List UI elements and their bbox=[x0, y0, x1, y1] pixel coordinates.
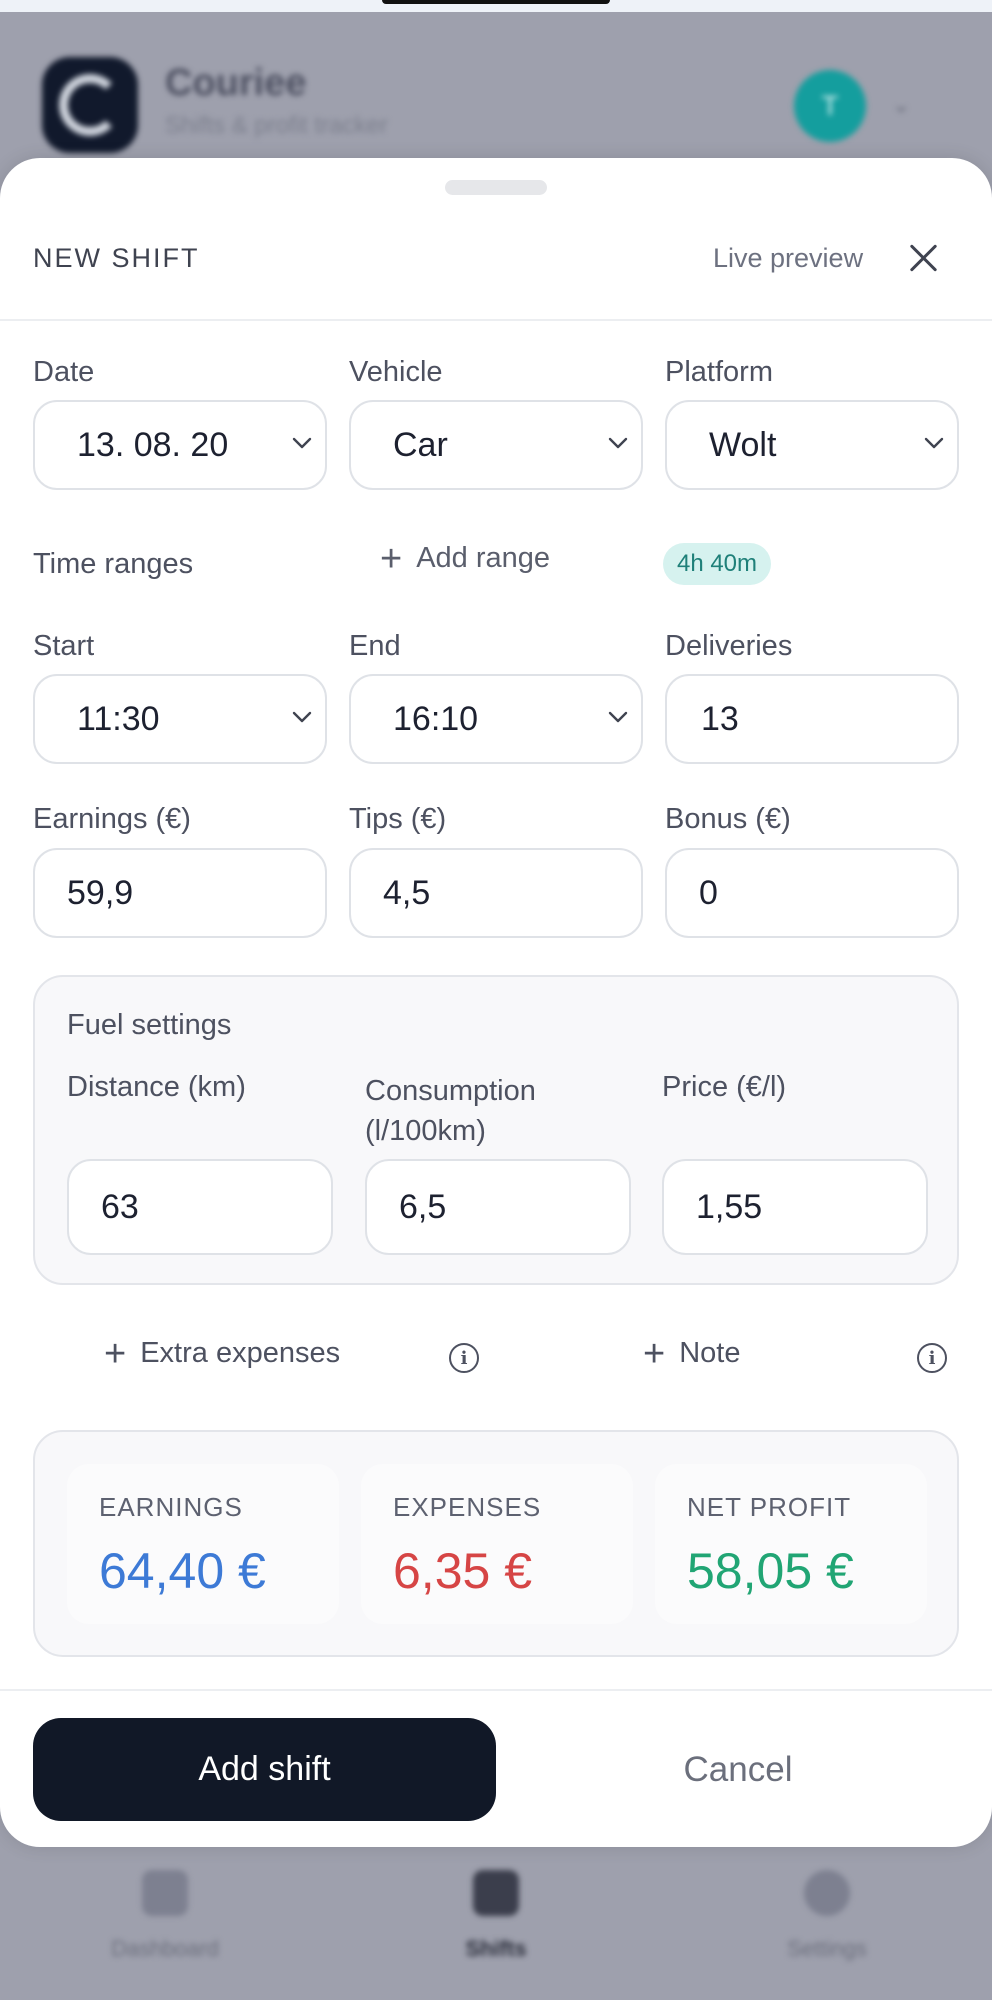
summary-net-profit-label: NET PROFIT bbox=[687, 1492, 852, 1522]
net-profit-card: NET PROFIT 58,05 € bbox=[655, 1464, 927, 1624]
platform-value: Wolt bbox=[709, 425, 777, 464]
chevron-down-icon bbox=[291, 706, 313, 728]
avatar: T bbox=[794, 70, 866, 142]
earnings-label: Earnings (€) bbox=[33, 803, 191, 835]
distance-value: 63 bbox=[101, 1187, 139, 1226]
nav-item-settings: Settings bbox=[727, 1870, 927, 1962]
date-label: Date bbox=[33, 356, 95, 388]
footer-divider bbox=[0, 1689, 992, 1691]
earnings-card: EARNINGS 64,40 € bbox=[67, 1464, 339, 1624]
drag-handle[interactable] bbox=[445, 180, 547, 195]
start-time-select[interactable]: 11:30 bbox=[33, 674, 327, 764]
end-label: End bbox=[349, 630, 401, 662]
info-icon[interactable]: i bbox=[449, 1343, 479, 1373]
date-value: 13. 08. 20 bbox=[77, 425, 229, 464]
fuel-settings-panel: Fuel settings Distance (km) Consumption … bbox=[33, 975, 959, 1285]
add-range-label: Add range bbox=[416, 542, 551, 574]
summary-net-profit-value: 58,05 € bbox=[687, 1543, 854, 1599]
tips-value: 4,5 bbox=[383, 873, 431, 912]
end-time-select[interactable]: 16:10 bbox=[349, 674, 643, 764]
header-divider bbox=[0, 319, 992, 321]
consumption-input[interactable]: 6,5 bbox=[365, 1159, 631, 1255]
plus-icon: + bbox=[643, 1333, 666, 1375]
consumption-value: 6,5 bbox=[399, 1187, 447, 1226]
dashboard-icon bbox=[142, 1870, 188, 1916]
extra-expenses-label: Extra expenses bbox=[140, 1337, 341, 1369]
end-value: 16:10 bbox=[393, 699, 479, 738]
vehicle-value: Car bbox=[393, 425, 448, 464]
platform-label: Platform bbox=[665, 356, 773, 388]
live-preview-label: Live preview bbox=[713, 243, 864, 273]
summary-expenses-value: 6,35 € bbox=[393, 1543, 533, 1599]
chevron-down-icon bbox=[923, 432, 945, 454]
chevron-down-icon bbox=[607, 706, 629, 728]
plus-icon: + bbox=[380, 538, 403, 580]
vehicle-select[interactable]: Car bbox=[349, 400, 643, 490]
nav-item-dashboard: Dashboard bbox=[65, 1870, 265, 1962]
gear-icon bbox=[804, 1870, 850, 1916]
price-value: 1,55 bbox=[696, 1187, 763, 1226]
tips-label: Tips (€) bbox=[349, 803, 447, 835]
summary-earnings-value: 64,40 € bbox=[99, 1543, 266, 1599]
app-logo-icon bbox=[42, 57, 138, 153]
deliveries-label: Deliveries bbox=[665, 630, 793, 662]
platform-select[interactable]: Wolt bbox=[665, 400, 959, 490]
close-icon[interactable] bbox=[906, 240, 940, 274]
time-ranges-label: Time ranges bbox=[33, 548, 194, 580]
summary-panel: EARNINGS 64,40 € EXPENSES 6,35 € NET PRO… bbox=[33, 1430, 959, 1657]
earnings-value: 59,9 bbox=[67, 873, 134, 912]
start-label: Start bbox=[33, 630, 95, 662]
price-input[interactable]: 1,55 bbox=[662, 1159, 928, 1255]
chevron-down-icon bbox=[291, 432, 313, 454]
bottom-nav: Dashboard Shifts Settings bbox=[0, 1850, 992, 2000]
fuel-settings-title: Fuel settings bbox=[67, 1009, 232, 1041]
app-subtitle: Shifts & profit tracker bbox=[165, 112, 388, 139]
deliveries-value: 13 bbox=[701, 699, 739, 738]
note-button[interactable]: + Note bbox=[643, 1333, 740, 1376]
cancel-button[interactable]: Cancel bbox=[600, 1718, 876, 1821]
nav-label: Dashboard bbox=[111, 1936, 219, 1961]
calendar-icon bbox=[473, 1870, 519, 1916]
app-name: Couriee bbox=[165, 62, 307, 104]
add-shift-button[interactable]: Add shift bbox=[33, 1718, 496, 1821]
bonus-input[interactable]: 0 bbox=[665, 848, 959, 938]
distance-label: Distance (km) bbox=[67, 1071, 246, 1103]
summary-expenses-label: EXPENSES bbox=[393, 1492, 542, 1522]
nav-label: Settings bbox=[787, 1936, 867, 1961]
info-icon[interactable]: i bbox=[917, 1343, 947, 1373]
distance-input[interactable]: 63 bbox=[67, 1159, 333, 1255]
bonus-label: Bonus (€) bbox=[665, 803, 791, 835]
summary-earnings-label: EARNINGS bbox=[99, 1492, 243, 1522]
note-label: Note bbox=[679, 1337, 741, 1369]
date-select[interactable]: 13. 08. 20 bbox=[33, 400, 327, 490]
sheet-title: NEW SHIFT bbox=[33, 243, 200, 273]
camera-notch bbox=[382, 0, 610, 4]
extra-expenses-button[interactable]: + Extra expenses bbox=[104, 1333, 340, 1376]
consumption-label: Consumption (l/100km) bbox=[365, 1075, 536, 1147]
duration-badge: 4h 40m bbox=[663, 543, 771, 585]
chevron-down-icon: ⌄ bbox=[892, 92, 911, 117]
new-shift-sheet: NEW SHIFT Live preview Date Vehicle Plat… bbox=[0, 158, 992, 1847]
tips-input[interactable]: 4,5 bbox=[349, 848, 643, 938]
vehicle-label: Vehicle bbox=[349, 356, 443, 388]
deliveries-input[interactable]: 13 bbox=[665, 674, 959, 764]
add-range-button[interactable]: + Add range bbox=[380, 538, 550, 581]
nav-label: Shifts bbox=[465, 1936, 527, 1961]
earnings-input[interactable]: 59,9 bbox=[33, 848, 327, 938]
bonus-value: 0 bbox=[699, 873, 718, 912]
chevron-down-icon bbox=[607, 432, 629, 454]
plus-icon: + bbox=[104, 1333, 127, 1375]
nav-item-shifts: Shifts bbox=[396, 1870, 596, 1962]
price-label: Price (€/l) bbox=[662, 1071, 787, 1103]
start-value: 11:30 bbox=[77, 699, 160, 738]
expenses-card: EXPENSES 6,35 € bbox=[361, 1464, 633, 1624]
app-header: Couriee Shifts & profit tracker T ⌄ bbox=[0, 12, 992, 162]
